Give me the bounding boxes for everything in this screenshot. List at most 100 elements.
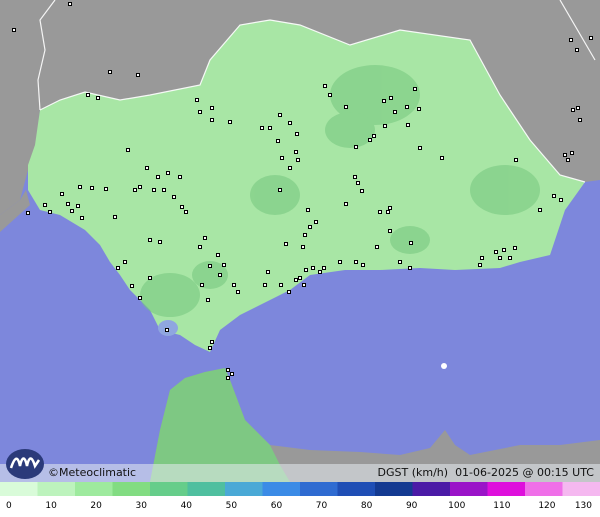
legend-swatch [412, 482, 451, 496]
station-marker [409, 241, 413, 245]
station-marker [136, 73, 140, 77]
station-marker [165, 328, 169, 332]
station-marker [48, 210, 52, 214]
station-marker [589, 36, 593, 40]
station-marker [126, 148, 130, 152]
legend-tick-label: 40 [181, 501, 193, 511]
station-marker [113, 215, 117, 219]
station-marker [76, 204, 80, 208]
station-marker [210, 118, 214, 122]
station-marker [80, 216, 84, 220]
station-marker [184, 210, 188, 214]
station-marker [287, 290, 291, 294]
station-marker [354, 260, 358, 264]
station-marker [296, 158, 300, 162]
station-marker [494, 250, 498, 254]
station-marker [571, 108, 575, 112]
variable-label: DGST (km/h) [377, 466, 449, 479]
station-marker [280, 156, 284, 160]
station-marker [108, 70, 112, 74]
legend-swatch [225, 482, 263, 496]
station-marker [148, 276, 152, 280]
station-marker [356, 181, 360, 185]
station-marker [360, 189, 364, 193]
legend-swatch [187, 482, 226, 496]
station-marker [393, 110, 397, 114]
legend-tick-label: 120 [538, 501, 555, 511]
station-marker [218, 273, 222, 277]
station-marker [210, 340, 214, 344]
station-marker [104, 187, 108, 191]
legend-tick-label: 130 [575, 501, 592, 511]
meteoclimatic-logo-icon [6, 449, 44, 479]
station-marker [408, 266, 412, 270]
station-marker [198, 110, 202, 114]
station-marker [162, 188, 166, 192]
legend-tick-label: 20 [90, 501, 102, 511]
copyright-symbol: © [48, 466, 59, 479]
station-marker [353, 175, 357, 179]
legend-swatch [375, 482, 413, 496]
station-marker [513, 246, 517, 250]
station-marker [569, 38, 573, 42]
station-marker [375, 245, 379, 249]
station-marker [514, 158, 518, 162]
legend-tick-label: 110 [493, 501, 510, 511]
station-marker [406, 123, 410, 127]
station-marker [298, 276, 302, 280]
station-marker [208, 264, 212, 268]
station-marker [138, 296, 142, 300]
station-marker [417, 107, 421, 111]
station-marker [166, 171, 170, 175]
station-marker [361, 263, 365, 267]
station-marker [304, 268, 308, 272]
station-marker [180, 205, 184, 209]
legend-swatch [0, 482, 38, 496]
station-marker [68, 2, 72, 6]
station-marker [570, 151, 574, 155]
station-marker [90, 186, 94, 190]
station-marker [563, 153, 567, 157]
station-marker [508, 256, 512, 260]
datetime-label: 01-06-2025 @ 00:15 UTC [455, 466, 594, 479]
legend-swatch [562, 482, 600, 496]
station-marker [398, 260, 402, 264]
station-marker [478, 263, 482, 267]
station-marker [148, 238, 152, 242]
station-marker [368, 138, 372, 142]
station-marker [130, 284, 134, 288]
station-marker [60, 192, 64, 196]
station-marker [268, 126, 272, 130]
station-marker [344, 105, 348, 109]
station-marker [145, 166, 149, 170]
station-marker [116, 266, 120, 270]
station-marker [222, 263, 226, 267]
station-marker [276, 139, 280, 143]
station-marker [559, 198, 563, 202]
station-marker [576, 106, 580, 110]
station-marker [383, 124, 387, 128]
station-marker [314, 220, 318, 224]
legend-tick-label: 0 [6, 501, 12, 511]
station-marker [226, 368, 230, 372]
station-marker [198, 245, 202, 249]
station-marker [12, 28, 16, 32]
color-legend: 0 10 20 30 40 50 60 70 80 90 100 110 120 130 [0, 482, 600, 517]
station-marker [26, 211, 30, 215]
station-marker [388, 206, 392, 210]
legend-ticks: 0 10 20 30 40 50 60 70 80 90 100 110 120 130 [6, 501, 592, 511]
station-marker [172, 195, 176, 199]
station-marker [328, 93, 332, 97]
station-marker [210, 106, 214, 110]
brand-credit: ©Meteoclimatic [48, 466, 136, 479]
station-marker [78, 185, 82, 189]
station-marker [388, 229, 392, 233]
legend-swatch [37, 482, 76, 496]
station-marker [311, 266, 315, 270]
station-marker [156, 175, 160, 179]
station-marker [382, 99, 386, 103]
station-marker [552, 194, 556, 198]
station-marker [322, 266, 326, 270]
station-marker [480, 256, 484, 260]
station-marker [386, 210, 390, 214]
